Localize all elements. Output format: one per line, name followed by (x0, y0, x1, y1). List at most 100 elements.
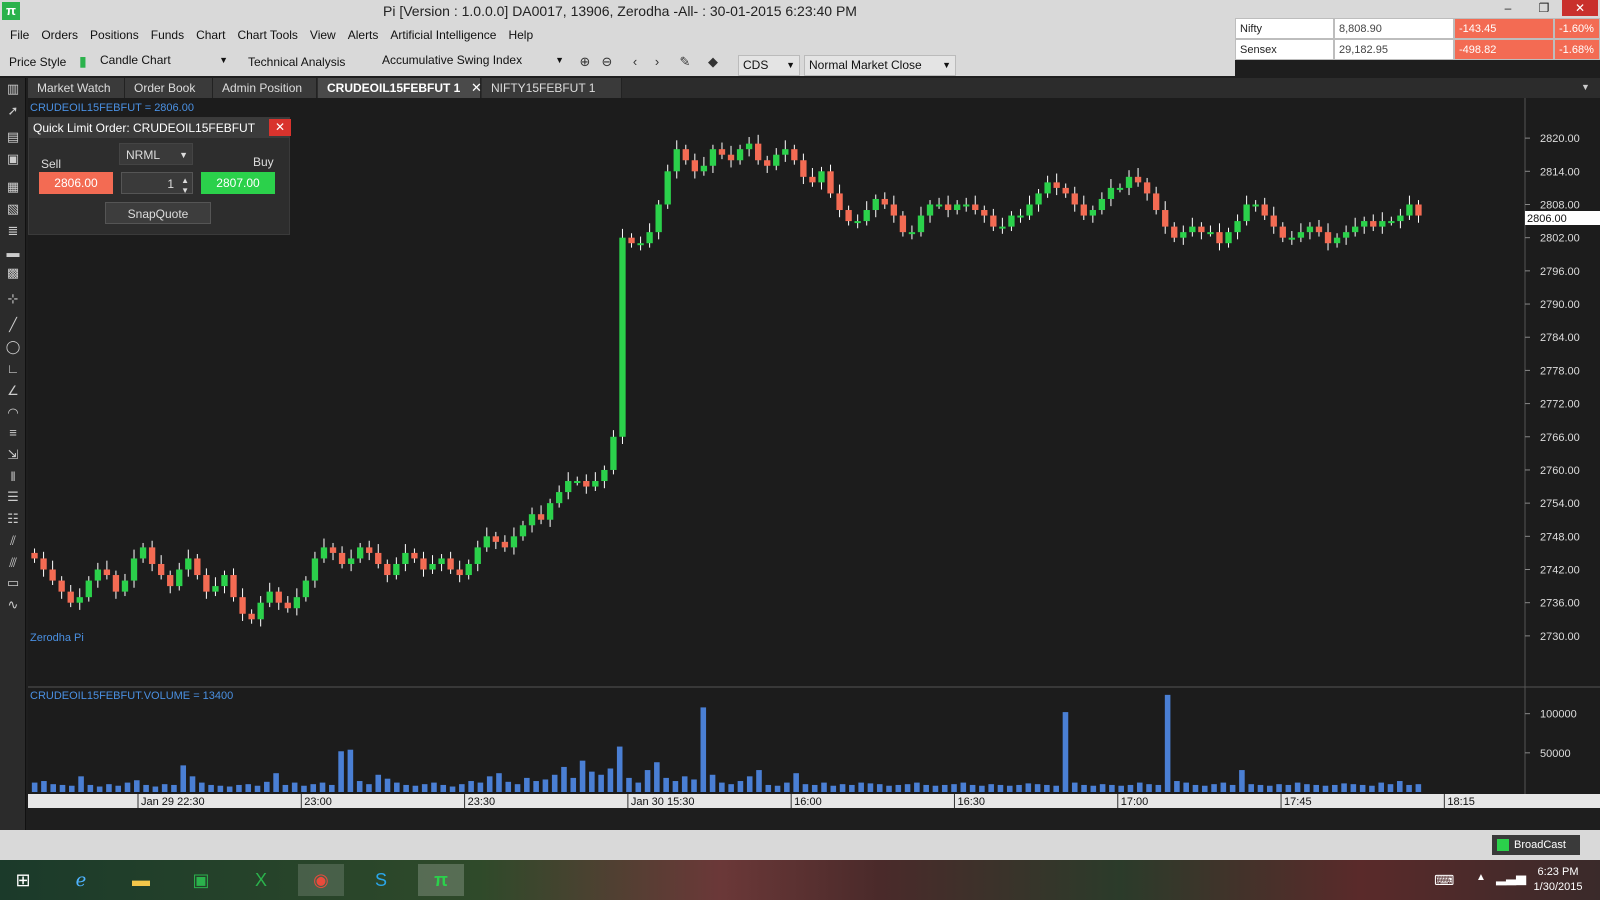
draw-tool-icon[interactable]: ✎ (675, 52, 695, 72)
volume-bar (394, 782, 400, 792)
volume-bar (171, 784, 177, 792)
menu-positions[interactable]: Positions (84, 28, 145, 42)
windows-start-icon[interactable]: ⊞ (0, 864, 46, 896)
line-tool-icon[interactable]: ╱ (4, 316, 22, 334)
crosshair-icon[interactable]: ⊹ (4, 290, 22, 308)
tab-order-book[interactable]: Order Book (125, 78, 213, 98)
eraser-icon[interactable]: ◆ (703, 52, 723, 72)
chart-bars-icon[interactable]: ▥ (4, 80, 22, 98)
menu-funds[interactable]: Funds (145, 28, 190, 42)
candle-body (1116, 187, 1124, 190)
stepper-down-icon[interactable]: ▼ (181, 180, 189, 202)
save-icon[interactable]: ▣ (4, 150, 22, 168)
close-icon[interactable]: ✕ (269, 119, 291, 136)
quantity-stepper[interactable]: 1 ▲ ▼ (121, 172, 193, 195)
zoom-out-icon[interactable]: ⊖ (597, 52, 617, 72)
close-button[interactable]: ✕ (1562, 0, 1598, 16)
file-explorer-icon[interactable]: ▬ (118, 864, 164, 896)
rocket-icon[interactable]: ➚ (4, 102, 22, 120)
bar-icon[interactable]: ▬ (4, 244, 22, 262)
index-row-nifty[interactable]: Nifty 8,808.90 -143.45 -1.60% (1235, 18, 1600, 39)
briefcase-icon[interactable]: ▩ (4, 264, 22, 282)
status-bar: BroadCast (0, 830, 1600, 860)
tab-admin-position[interactable]: Admin Position (213, 78, 317, 98)
angle-tool-2-icon[interactable]: ∠ (4, 382, 22, 400)
chrome-icon[interactable]: ◉ (298, 864, 344, 896)
menu-view[interactable]: View (304, 28, 342, 42)
tab-market-watch[interactable]: Market Watch (28, 78, 125, 98)
ie-icon[interactable]: ℯ (58, 864, 104, 896)
volume-bar (366, 784, 372, 792)
market-type-value: Normal Market Close (809, 58, 922, 72)
menu-orders[interactable]: Orders (35, 28, 84, 42)
volume-bar (579, 760, 586, 792)
candle-body (1234, 221, 1241, 233)
pi-taskbar-icon[interactable]: π (418, 864, 464, 896)
volume-bar (245, 784, 252, 792)
product-dropdown[interactable]: NRML ▼ (119, 143, 193, 165)
scroll-right-icon[interactable]: › (647, 52, 667, 72)
menu-chart-tools[interactable]: Chart Tools (231, 28, 303, 42)
close-tab-icon[interactable]: ✕ (471, 80, 482, 96)
market-type-dropdown[interactable]: Normal Market Close ▼ (804, 55, 956, 76)
candle-body (284, 602, 291, 609)
candle-body (610, 436, 617, 470)
volume-bar (199, 782, 205, 792)
parallel-icon[interactable]: ⫽ (4, 532, 22, 550)
double-book-icon[interactable]: ▧ (4, 200, 22, 218)
keyboard-icon[interactable]: ⌨ (1434, 872, 1454, 889)
wave-tool-icon[interactable]: ∿ (4, 596, 22, 614)
chart-type-dropdown[interactable]: Candle Chart ▼ (96, 51, 232, 72)
time-tick-label: Jan 29 22:30 (141, 796, 205, 808)
volume-bar (1322, 785, 1329, 792)
system-clock[interactable]: 6:23 PM 1/30/2015 (1520, 865, 1596, 895)
menu-file[interactable]: File (4, 28, 35, 42)
fib-retracement-icon[interactable]: ≡ (4, 424, 22, 442)
scroll-left-icon[interactable]: ‹ (625, 52, 645, 72)
stack-icon[interactable]: ≣ (4, 222, 22, 240)
sell-price-button[interactable]: 2806.00 (39, 172, 113, 194)
store-icon[interactable]: ▣ (178, 864, 224, 896)
index-name: Sensex (1235, 39, 1334, 60)
menu-help[interactable]: Help (502, 28, 539, 42)
volume-bar (1099, 784, 1106, 792)
candle-body (501, 541, 509, 548)
angle-tool-icon[interactable]: ∟ (4, 360, 22, 378)
candle-body (483, 536, 490, 548)
time-tick-label: Jan 30 15:30 (631, 796, 695, 808)
horizontal-lines-icon[interactable]: ☰ (4, 488, 22, 506)
excel-icon[interactable]: X (238, 864, 284, 896)
zoom-in-icon[interactable]: ⊕ (575, 52, 595, 72)
restore-button[interactable]: ❐ (1526, 0, 1562, 16)
menu-ai[interactable]: Artificial Intelligence (384, 28, 502, 42)
vertical-lines-icon[interactable]: ‖ (4, 468, 22, 486)
volume-bar (59, 784, 66, 792)
snapquote-button[interactable]: SnapQuote (105, 202, 211, 224)
channel-icon[interactable]: ☷ (4, 510, 22, 528)
indicator-value: Accumulative Swing Index (382, 53, 523, 67)
candle-body (1171, 226, 1178, 238)
tab-nifty-chart[interactable]: NIFTY15FEBFUT 1 Min (482, 78, 622, 115)
volume-bar (895, 784, 902, 792)
broadcast-indicator[interactable]: BroadCast (1492, 835, 1580, 855)
window-icon[interactable]: ▤ (4, 128, 22, 146)
menu-chart[interactable]: Chart (190, 28, 231, 42)
tab-overflow-icon[interactable]: ▼ (1581, 82, 1590, 92)
tab-crudeoil-chart[interactable]: CRUDEOIL15FEBFUT 1 Min (318, 78, 481, 115)
tray-expand-icon[interactable]: ▲ (1476, 872, 1486, 883)
rectangle-tool-icon[interactable]: ▭ (4, 574, 22, 592)
buy-price-button[interactable]: 2807.00 (201, 172, 275, 194)
ellipse-tool-icon[interactable]: ◯ (4, 338, 22, 356)
fan-tool-icon[interactable]: ⇲ (4, 446, 22, 464)
index-row-sensex[interactable]: Sensex 29,182.95 -498.82 -1.68% (1235, 39, 1600, 60)
menu-alerts[interactable]: Alerts (342, 28, 385, 42)
arc-tool-icon[interactable]: ◠ (4, 404, 22, 422)
segment-dropdown[interactable]: CDS ▼ (738, 55, 800, 76)
gann-icon[interactable]: ⫻ (4, 554, 22, 572)
indicator-dropdown[interactable]: Accumulative Swing Index ▼ (378, 51, 568, 72)
candle-body (1379, 221, 1386, 227)
skype-icon[interactable]: S (358, 864, 404, 896)
book-icon[interactable]: ▦ (4, 178, 22, 196)
minimize-button[interactable]: – (1490, 0, 1526, 16)
candle-body (266, 591, 273, 603)
